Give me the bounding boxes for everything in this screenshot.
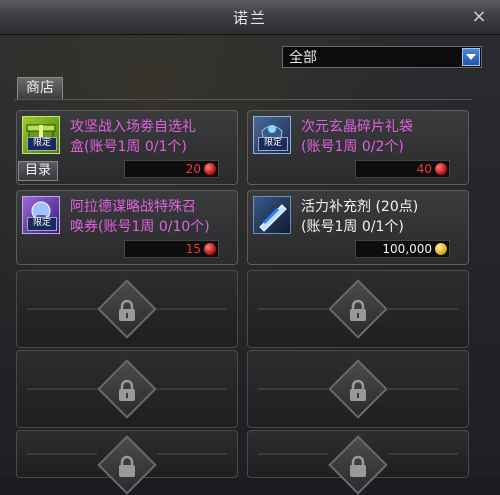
price-value: 100,000 [382,242,432,256]
locked-slot [247,270,469,348]
gold-coin-icon [435,243,447,255]
price-box: 20 [124,160,219,178]
item-name: 攻坚战入场劵自选礼 盒(账号1周 0/1个) [70,117,235,157]
slot-decor-line [258,388,328,390]
title-bar[interactable]: 诺兰 × [0,0,500,35]
shop-item-card[interactable]: 限定 次元玄晶碎片礼袋 (账号1周 0/2个) 40 [247,110,469,185]
lock-icon [119,379,135,401]
item-name: 活力补充剂 (20点) (账号1周 0/1个) [301,197,466,237]
category-filter-value: 全部 [289,50,317,66]
slot-decor-line [388,388,458,390]
limited-badge: 限定 [27,137,57,151]
item-name-line1: 攻坚战入场劵自选礼 [70,119,196,135]
price-value: 40 [416,162,432,176]
limited-badge: 限定 [27,217,57,231]
locked-slot [247,350,469,428]
price-value: 15 [185,242,201,256]
price-box: 15 [124,240,219,258]
slot-decor-line [157,388,227,390]
chevron-down-icon[interactable] [462,48,480,66]
slot-decor-line [388,453,458,455]
lock-icon [350,299,366,321]
slot-decor-line [27,388,97,390]
lock-icon [119,455,135,477]
item-name: 次元玄晶碎片礼袋 (账号1周 0/2个) [301,117,466,157]
item-name-line2: (账号1周 0/2个) [301,139,404,155]
shop-item-card[interactable]: 限定 阿拉德谋略战特殊召 唤券(账号1周 0/10个) 15 [16,190,238,265]
category-filter-dropdown[interactable]: 全部 [282,46,482,68]
item-name-line1: 阿拉德谋略战特殊召 [70,199,196,215]
crystal-bag-icon: 限定 [253,116,291,154]
lock-icon [350,455,366,477]
item-name-line2: 盒(账号1周 0/1个) [70,139,187,155]
slot-decor-line [258,308,328,310]
slot-decor-line [27,453,97,455]
slot-decor-line [27,308,97,310]
shop-item-card[interactable]: 活力补充剂 (20点) (账号1周 0/1个) 100,000 [247,190,469,265]
npc-shop-window: 诺兰 × 全部 商店 限定 攻坚战入场劵自选礼 盒(账号1周 0/1个) 20 … [0,0,500,495]
catalog-button[interactable]: 目录 [18,161,58,181]
price-box: 100,000 [355,240,450,258]
slot-decor-line [157,453,227,455]
red-gem-icon [435,163,447,175]
slot-decor-line [157,308,227,310]
window-title: 诺兰 [232,9,267,27]
item-name-line1: 活力补充剂 (20点) [301,199,419,215]
tab-shop[interactable]: 商店 [17,77,63,99]
item-name-line2: (账号1周 0/1个) [301,219,404,235]
slot-decor-line [388,308,458,310]
tab-divider [14,99,472,100]
potion-icon-art [259,204,287,232]
summon-ticket-icon: 限定 [22,196,60,234]
locked-slot [16,350,238,428]
potion-icon [253,196,291,234]
price-value: 20 [185,162,201,176]
locked-slot [247,430,469,495]
lock-icon [119,299,135,321]
slot-decor-line [258,453,328,455]
lock-icon [350,379,366,401]
red-gem-icon [204,243,216,255]
close-icon[interactable]: × [470,8,488,26]
limited-badge: 限定 [258,137,288,151]
price-box: 40 [355,160,450,178]
item-name-line1: 次元玄晶碎片礼袋 [301,119,413,135]
item-name: 阿拉德谋略战特殊召 唤券(账号1周 0/10个) [70,197,235,237]
locked-slot [16,270,238,348]
red-gem-icon [204,163,216,175]
gift-box-icon: 限定 [22,116,60,154]
locked-slot [16,430,238,495]
item-name-line2: 唤券(账号1周 0/10个) [70,219,210,235]
